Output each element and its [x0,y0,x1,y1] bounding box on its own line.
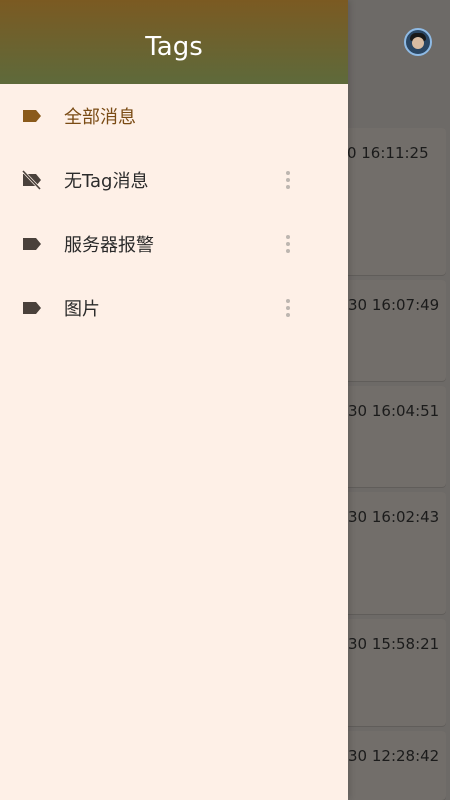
more-vert-icon [286,299,290,317]
tag-icon [23,302,41,314]
tag-item-label: 全部消息 [64,107,136,128]
tag-item-server-alert[interactable]: 服务器报警 [0,212,348,276]
tag-item-label: 无Tag消息 [64,171,149,192]
tag-item-images[interactable]: 图片 [0,276,348,340]
tag-off-icon [21,169,42,191]
more-vert-icon [286,235,290,253]
tag-item-no-tag[interactable]: 无Tag消息 [0,148,348,212]
tag-item-label: 服务器报警 [64,235,154,256]
more-vert-icon [286,171,290,189]
drawer-title: Tags [145,32,203,62]
tag-item-all-messages[interactable]: 全部消息 [0,84,348,148]
tag-icon [23,110,41,122]
tag-icon [23,238,41,250]
tag-item-label: 图片 [64,299,100,320]
drawer-header: Tags [0,0,348,84]
more-options-button[interactable] [276,168,300,192]
more-options-button[interactable] [276,296,300,320]
tags-drawer: Tags 全部消息 无Tag消息 服务器报警 图片 [0,0,348,800]
more-options-button[interactable] [276,232,300,256]
